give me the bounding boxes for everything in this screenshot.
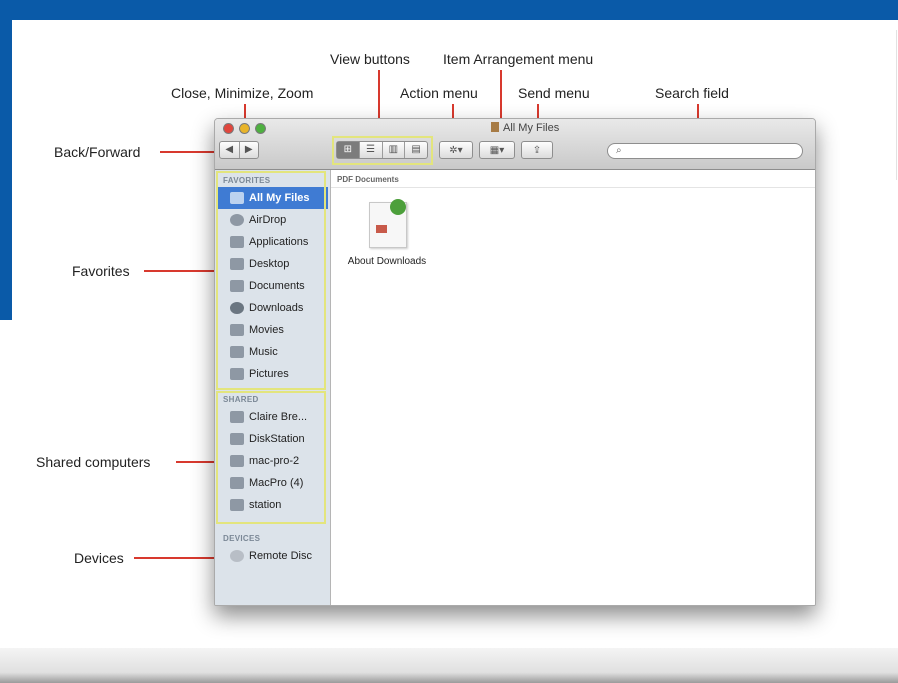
sidebar-item-diskstation[interactable]: DiskStation: [218, 428, 328, 450]
sidebar-item-label: DiskStation: [249, 433, 305, 445]
favorites-heading: FAVORITES: [223, 176, 271, 185]
file-content-area: PDF Documents About Downloads: [331, 170, 815, 605]
side-divider: [896, 30, 897, 180]
item-arrangement-callout: Item Arrangement menu: [443, 51, 594, 67]
arrange-icon: ▦▾: [489, 144, 505, 156]
server-icon: [230, 433, 244, 445]
section-divider: [331, 187, 815, 188]
close-button[interactable]: [223, 123, 234, 134]
sidebar-item-label: Remote Disc: [249, 550, 312, 562]
sidebar-item-label: Downloads: [249, 302, 304, 314]
shared-computers-callout: Shared computers: [36, 454, 151, 470]
send-menu-callout: Send menu: [518, 85, 590, 101]
movies-icon: [230, 324, 244, 336]
sidebar-item-label: Pictures: [249, 368, 289, 380]
sidebar-item-label: All My Files: [249, 192, 310, 204]
shared-heading: SHARED: [223, 395, 259, 404]
pictures-icon: [230, 368, 244, 380]
search-field-callout: Search field: [655, 85, 729, 101]
all-my-files-icon: [230, 192, 244, 204]
gear-icon: ✲▾: [449, 144, 463, 156]
section-heading: PDF Documents: [337, 175, 399, 184]
share-icon: ⇪: [532, 144, 542, 156]
action-menu-callout: Action menu: [400, 85, 478, 101]
back-button[interactable]: ◀: [220, 142, 240, 158]
sidebar-item-macpro-4[interactable]: MacPro (4): [218, 472, 328, 494]
favorites-callout: Favorites: [72, 263, 130, 279]
sidebar-item-label: Applications: [249, 236, 309, 248]
sidebar-item-desktop[interactable]: Desktop: [218, 253, 328, 275]
sidebar-item-remote-disc[interactable]: Remote Disc: [218, 545, 328, 567]
back-forward-callout: Back/Forward: [54, 144, 141, 160]
list-view-button[interactable]: ☰: [360, 142, 383, 158]
sidebar-item-movies[interactable]: Movies: [218, 319, 328, 341]
window-title-text: All My Files: [503, 122, 560, 134]
documents-icon: [230, 280, 244, 292]
frame-top-bar: [0, 0, 898, 20]
sidebar-item-music[interactable]: Music: [218, 341, 328, 363]
close-minimize-zoom-callout: Close, Minimize, Zoom: [171, 85, 314, 101]
bottom-shade: [0, 648, 898, 683]
zoom-button[interactable]: [255, 123, 266, 134]
sidebar-item-label: Music: [249, 346, 278, 358]
shared-computers-leader: [176, 461, 214, 463]
window-title: All My Files: [491, 122, 559, 134]
icon-view-button[interactable]: ⊞: [337, 142, 360, 158]
action-menu-button[interactable]: ✲▾: [439, 141, 473, 159]
music-icon: [230, 346, 244, 358]
sidebar-item-label: mac-pro-2: [249, 455, 300, 467]
computer-icon: [230, 499, 244, 511]
sidebar: FAVORITES All My Files AirDrop Applicati…: [215, 170, 331, 605]
folder-icon: [491, 122, 499, 132]
view-buttons-callout: View buttons: [330, 51, 410, 67]
back-forward-leader: [160, 151, 214, 153]
search-icon: ⌕: [616, 145, 622, 156]
frame-left-bar: [0, 0, 12, 320]
sidebar-item-airdrop[interactable]: AirDrop: [218, 209, 328, 231]
thumbnail-image: [376, 225, 387, 233]
favorites-leader: [144, 270, 214, 272]
sidebar-item-documents[interactable]: Documents: [218, 275, 328, 297]
sidebar-item-all-my-files[interactable]: All My Files: [218, 187, 328, 209]
finder-window: All My Files ◀ ▶ ⊞ ☰ ▥ ▤ ✲▾ ▦▾ ⇪ ⌕ FAVOR…: [214, 118, 816, 606]
sidebar-item-label: station: [249, 499, 282, 511]
sidebar-item-mac-pro-2[interactable]: mac-pro-2: [218, 450, 328, 472]
file-label[interactable]: About Downloads: [337, 256, 437, 267]
minimize-button[interactable]: [239, 123, 250, 134]
sidebar-item-label: MacPro (4): [249, 477, 304, 489]
desktop-icon: [230, 258, 244, 270]
back-forward-control: ◀ ▶: [219, 141, 259, 159]
send-menu-button[interactable]: ⇪: [521, 141, 553, 159]
sidebar-item-label: Claire Bre...: [249, 411, 308, 423]
devices-leader: [134, 557, 214, 559]
mac-pro-icon: [230, 477, 244, 489]
applications-icon: [230, 236, 244, 248]
devices-callout: Devices: [74, 550, 124, 566]
sidebar-item-claire-bre[interactable]: Claire Bre...: [218, 406, 328, 428]
computer-icon: [230, 411, 244, 423]
forward-button[interactable]: ▶: [240, 142, 259, 158]
cover-flow-button[interactable]: ▤: [405, 142, 427, 158]
sidebar-item-label: Desktop: [249, 258, 290, 270]
sidebar-item-downloads[interactable]: Downloads: [218, 297, 328, 319]
preview-badge-icon: [390, 199, 406, 215]
column-view-button[interactable]: ▥: [383, 142, 406, 158]
airdrop-icon: [230, 214, 244, 226]
sidebar-item-applications[interactable]: Applications: [218, 231, 328, 253]
item-arrangement-button[interactable]: ▦▾: [479, 141, 515, 159]
sidebar-item-pictures[interactable]: Pictures: [218, 363, 328, 385]
sidebar-item-label: Documents: [249, 280, 305, 292]
pdf-file-icon[interactable]: [369, 199, 407, 248]
devices-heading: DEVICES: [223, 534, 261, 543]
downloads-icon: [230, 302, 244, 314]
sidebar-item-label: Movies: [249, 324, 284, 336]
sidebar-item-station[interactable]: station: [218, 494, 328, 516]
sidebar-item-label: AirDrop: [249, 214, 287, 226]
search-field[interactable]: ⌕: [607, 143, 803, 159]
remote-disc-icon: [230, 550, 244, 562]
computer-icon: [230, 455, 244, 467]
toolbar: All My Files ◀ ▶ ⊞ ☰ ▥ ▤ ✲▾ ▦▾ ⇪ ⌕: [215, 119, 815, 170]
view-buttons: ⊞ ☰ ▥ ▤: [336, 141, 428, 159]
